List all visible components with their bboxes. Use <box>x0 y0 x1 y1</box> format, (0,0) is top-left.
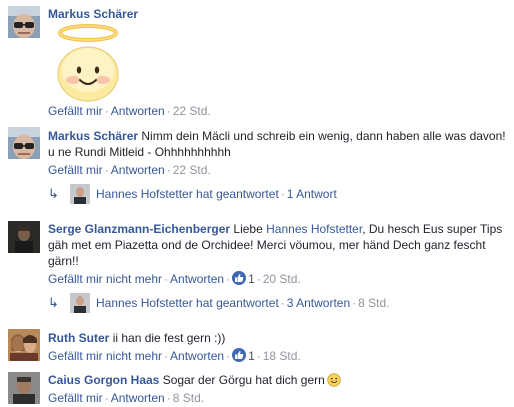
comment-actions: Gefällt mir nicht mehr · Antworten · 1 · 18 S… <box>48 348 301 364</box>
separator: · <box>164 349 169 363</box>
comment-author[interactable]: Markus Schärer <box>48 129 138 143</box>
comment-actions: Gefällt mir · Antworten · 22 Std. <box>48 162 211 178</box>
avatar-hannes-hofstetter <box>70 293 90 313</box>
unlike-button[interactable]: Gefällt mir nicht mehr <box>48 272 162 286</box>
like-count[interactable]: 1 <box>248 349 255 363</box>
like-count[interactable]: 1 <box>248 272 255 286</box>
replies-summary[interactable]: Hannes Hofstetter hat geantwortet <box>96 187 279 201</box>
separator: · <box>104 391 109 405</box>
separator: · <box>256 272 261 286</box>
avatar-hannes-hofstetter <box>70 184 90 204</box>
timestamp[interactable]: 8 Std. <box>358 296 389 310</box>
replies-link[interactable]: ↳ Hannes Hofstetter hat geantwortet · 3 An… <box>48 293 390 313</box>
reply-button[interactable]: Antworten <box>170 272 224 286</box>
separator: · <box>166 163 171 177</box>
separator: · <box>164 272 169 286</box>
comment-actions: Gefällt mir · Antworten · 8 Std. <box>48 390 204 406</box>
like-thumb-icon[interactable] <box>232 348 247 362</box>
reply-button[interactable]: Antworten <box>170 349 224 363</box>
comment-actions: Gefällt mir · Antworten · 22 Std. <box>48 103 211 119</box>
separator: · <box>166 391 171 405</box>
like-button[interactable]: Gefällt mir <box>48 391 103 405</box>
like-thumb-icon[interactable] <box>232 271 247 285</box>
reply-button[interactable]: Antworten <box>111 163 165 177</box>
like-button[interactable]: Gefällt mir <box>48 163 103 177</box>
mention-link[interactable]: Hannes Hofstetter <box>266 222 362 236</box>
separator: · <box>256 349 261 363</box>
comment-author[interactable]: Markus Schärer <box>48 7 138 21</box>
separator: · <box>104 104 109 118</box>
avatar-serge-glanzmann[interactable] <box>8 221 40 253</box>
reply-button[interactable]: Antworten <box>111 391 165 405</box>
reply-button[interactable]: Antworten <box>111 104 165 118</box>
separator: · <box>280 296 285 310</box>
comment-author[interactable]: Serge Glanzmann-Eichenberger <box>48 222 230 236</box>
separator: · <box>226 349 231 363</box>
angel-smiley-sticker <box>48 24 128 104</box>
replies-count[interactable]: 3 Antworten <box>287 296 350 310</box>
replies-link[interactable]: ↳ Hannes Hofstetter hat geantwortet · 1 An… <box>48 184 337 204</box>
unlike-button[interactable]: Gefällt mir nicht mehr <box>48 349 162 363</box>
comment-actions: Gefällt mir nicht mehr · Antworten · 1 · 20 S… <box>48 271 301 287</box>
timestamp[interactable]: 22 Std. <box>173 163 211 177</box>
avatar-ruth-suter[interactable] <box>8 329 40 361</box>
timestamp[interactable]: 8 Std. <box>173 391 204 405</box>
comment-author[interactable]: Caius Gorgon Haas <box>48 373 159 387</box>
reply-arrow-icon: ↳ <box>48 295 59 310</box>
comment-text: Sogar der Görgu hat dich gern <box>162 373 325 387</box>
timestamp[interactable]: 22 Std. <box>173 104 211 118</box>
separator: · <box>166 104 171 118</box>
timestamp[interactable]: 20 Std. <box>263 272 301 286</box>
timestamp[interactable]: 18 Std. <box>263 349 301 363</box>
replies-count[interactable]: 1 Antwort <box>287 187 337 201</box>
replies-summary[interactable]: Hannes Hofstetter hat geantwortet <box>96 296 279 310</box>
comment-text-before: Liebe <box>233 222 263 236</box>
avatar-markus-scharer[interactable] <box>8 6 40 38</box>
separator: · <box>104 163 109 177</box>
slightly-smiling-emoji-icon <box>327 373 341 387</box>
avatar-caius-gorgon-haas[interactable] <box>8 372 40 404</box>
like-button[interactable]: Gefällt mir <box>48 104 103 118</box>
separator: · <box>280 187 285 201</box>
avatar-markus-scharer[interactable] <box>8 127 40 159</box>
reply-arrow-icon: ↳ <box>48 186 59 201</box>
comment-text: ii han die fest gern :)) <box>112 331 226 345</box>
comment-author[interactable]: Ruth Suter <box>48 331 109 345</box>
separator: · <box>226 272 231 286</box>
separator: · <box>352 296 357 310</box>
